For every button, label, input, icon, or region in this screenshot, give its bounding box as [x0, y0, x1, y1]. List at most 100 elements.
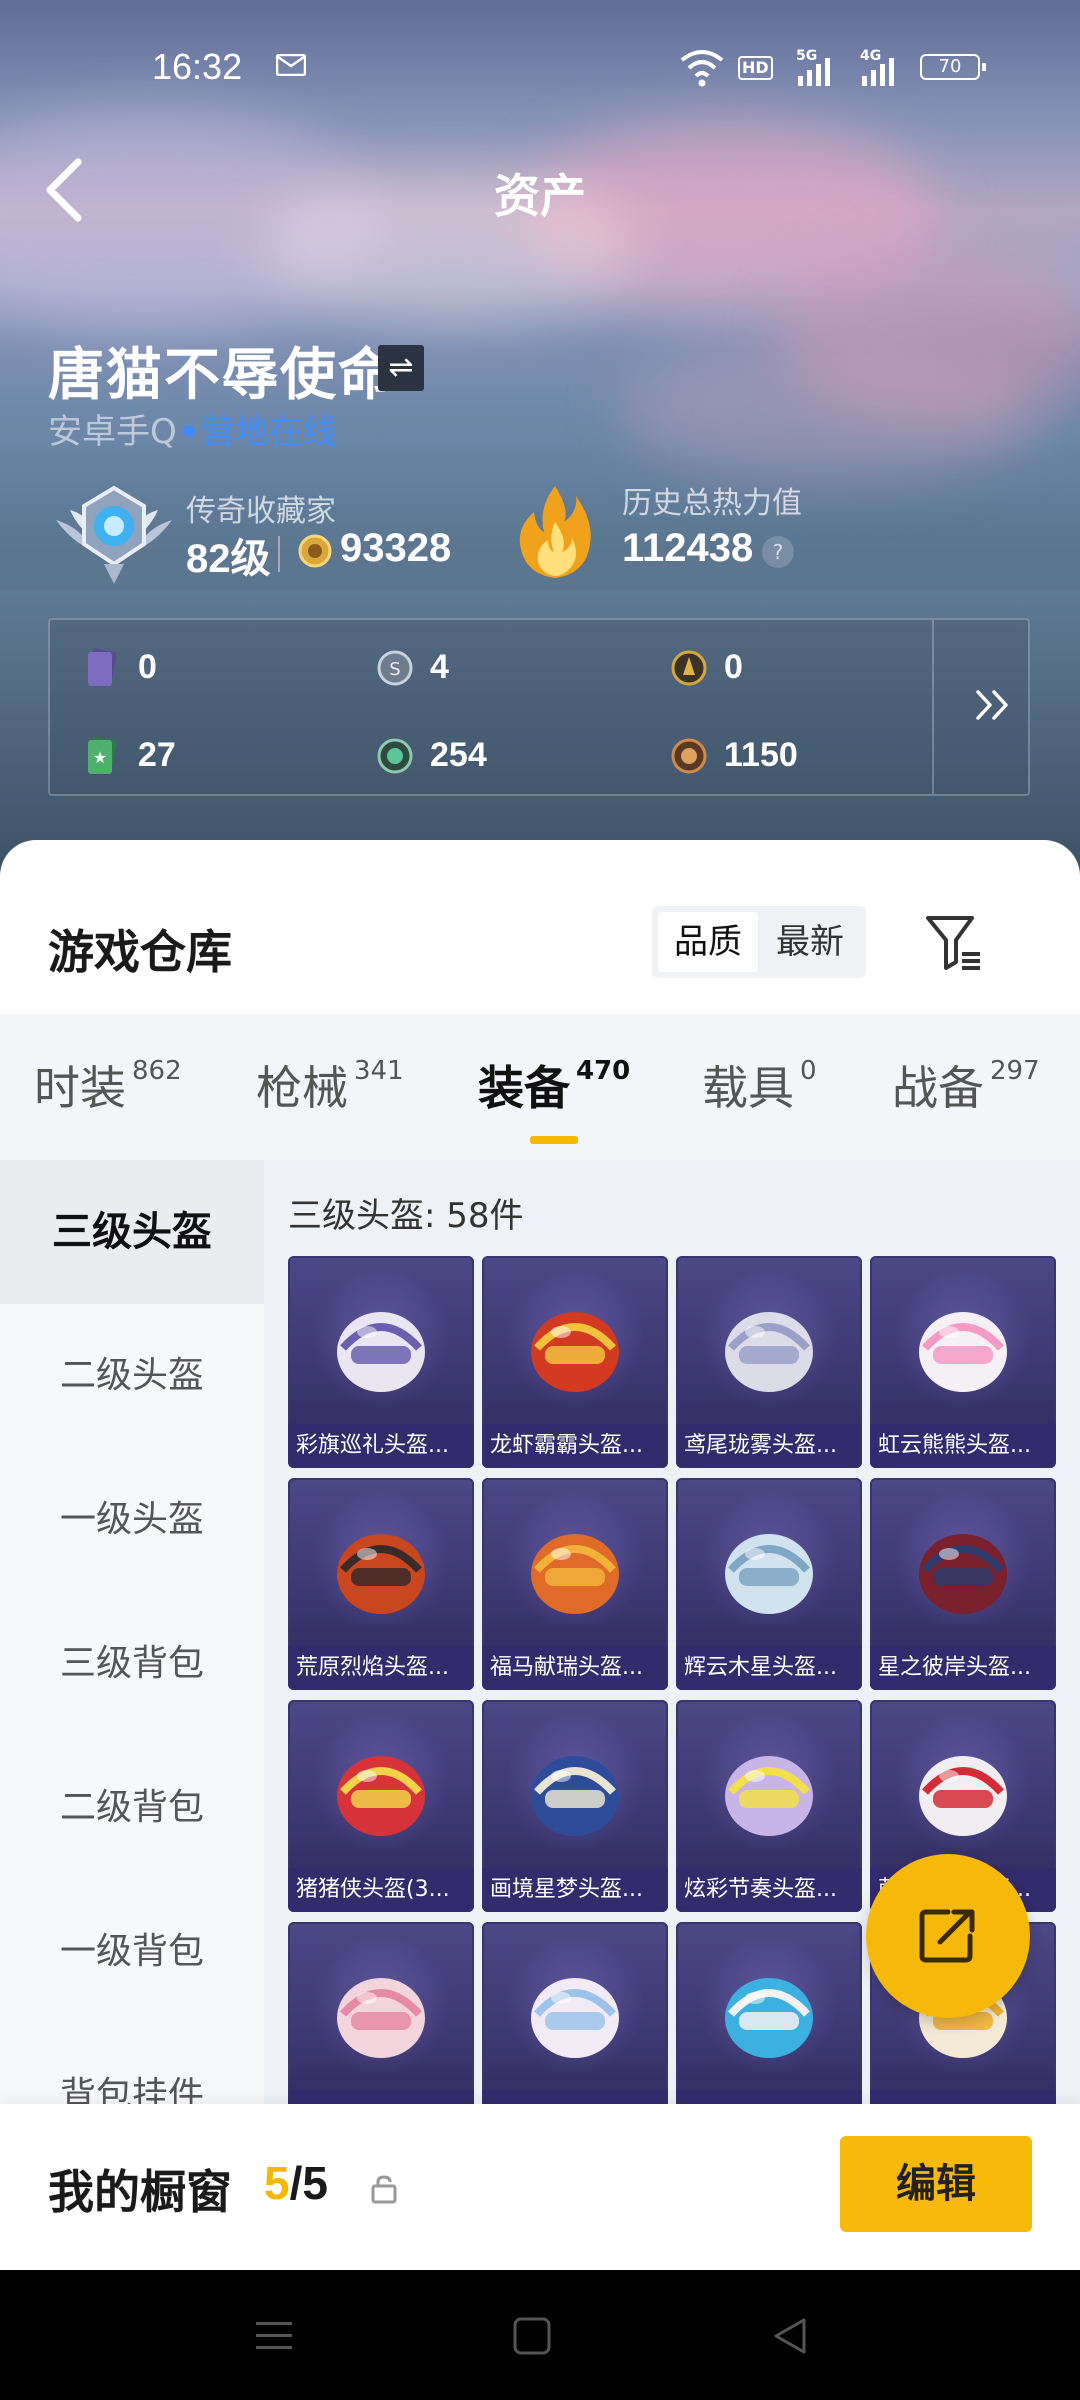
helmet-icon [725, 1312, 813, 1392]
lock-icon [371, 2175, 397, 2204]
tab-indicator [530, 1136, 578, 1144]
item-card[interactable]: 猪猪侠头盔(3... [288, 1700, 474, 1912]
online-status: 营地在线 [200, 412, 337, 452]
sidebar-item[interactable]: 二级头盔 [0, 1304, 264, 1448]
filter-icon[interactable] [924, 912, 984, 972]
purple-card-icon [87, 648, 117, 686]
sidebar-item[interactable]: 三级头盔 [0, 1160, 264, 1304]
item-card[interactable]: 辉云木星头盔... [676, 1478, 862, 1690]
currency-panel[interactable]: 0 S 4 0 ★ 27 254 1150 [48, 618, 1030, 796]
helmet-icon [919, 1756, 1007, 1836]
tab-fashion[interactable]: 时装 862 [34, 1052, 182, 1118]
item-card[interactable]: 星之彼岸头盔... [870, 1478, 1056, 1690]
helmet-icon [725, 1534, 813, 1614]
warehouse-sheet: 游戏仓库 品质 最新 时装 862 枪械 341 装备 470 载具 0 战备 297 三… [0, 840, 1080, 2270]
platform-label: 安卓手Q [48, 412, 177, 452]
sidebar-item[interactable]: 二级背包 [0, 1736, 264, 1880]
currency-value: 0 [724, 648, 743, 686]
page-title: 资产 [494, 169, 586, 223]
sort-latest-button[interactable]: 最新 [760, 912, 860, 972]
helmet-icon [337, 1756, 425, 1836]
item-card[interactable] [288, 1922, 474, 2134]
helmet-icon [919, 1534, 1007, 1614]
item-card[interactable]: 龙虾霸霸头盔... [482, 1256, 668, 1468]
sidebar-item[interactable]: 三级背包 [0, 1592, 264, 1736]
item-name: 画境星梦头盔... [482, 1868, 668, 1912]
item-name: 福马献瑞头盔... [482, 1646, 668, 1690]
item-card[interactable] [676, 1922, 862, 2134]
showcase-bar: 我的橱窗 5/5 编辑 [0, 2104, 1080, 2270]
item-name: 虹云熊熊头盔... [870, 1424, 1056, 1468]
item-card[interactable]: 福马献瑞头盔... [482, 1478, 668, 1690]
sort-toggle: 品质 最新 [652, 906, 866, 978]
item-name: 鸢尾珑雾头盔... [676, 1424, 862, 1468]
help-icon[interactable]: ? [762, 536, 794, 568]
tab-count: 341 [354, 1056, 404, 1086]
currency-value: 4 [430, 648, 449, 686]
tab-equipment[interactable]: 装备 470 [478, 1052, 630, 1118]
system-nav-bar [0, 2270, 1080, 2400]
helmet-icon [531, 1978, 619, 2058]
tab-label: 战备 [892, 1061, 984, 1115]
tab-label: 载具 [702, 1061, 794, 1115]
switch-account-icon[interactable]: ⇌ [378, 345, 424, 391]
username: 唐猫不辱使命 [48, 343, 396, 408]
item-name: 荒原烈焰头盔... [288, 1646, 474, 1690]
tab-count: 297 [990, 1056, 1040, 1086]
tab-guns[interactable]: 枪械 341 [256, 1052, 404, 1118]
item-name: 炫彩节奏头盔... [676, 1868, 862, 1912]
share-icon [919, 1909, 975, 1963]
item-card[interactable] [482, 1922, 668, 2134]
mail-icon [276, 54, 306, 76]
edit-button[interactable]: 编辑 [840, 2136, 1032, 2232]
sort-quality-button[interactable]: 品质 [658, 912, 758, 972]
divider [932, 620, 934, 794]
helmet-icon [337, 1312, 425, 1392]
sidebar-item[interactable]: 一级头盔 [0, 1448, 264, 1592]
showcase-title: 我的橱窗 [48, 2165, 232, 2219]
item-card[interactable]: 画境星梦头盔... [482, 1700, 668, 1912]
sidebar-item[interactable]: 一级背包 [0, 1880, 264, 2024]
helmet-icon [531, 1312, 619, 1392]
currency-value: 27 [138, 736, 176, 774]
hd-badge: HD [738, 56, 773, 80]
item-card[interactable]: 炫彩节奏头盔... [676, 1700, 862, 1912]
item-card[interactable]: 鸢尾珑雾头盔... [676, 1256, 862, 1468]
green-card-icon: ★ [87, 736, 117, 774]
tab-vehicles[interactable]: 载具 0 [702, 1052, 817, 1118]
heat-value: 112438 [622, 526, 754, 570]
showcase-current: 5 [264, 2157, 290, 2209]
share-button[interactable] [866, 1854, 1030, 2018]
item-name: 猪猪侠头盔(3... [288, 1868, 474, 1912]
tab-count: 862 [132, 1056, 182, 1086]
menu-icon[interactable] [254, 2316, 294, 2356]
home-icon[interactable] [512, 2316, 552, 2356]
item-card[interactable]: 虹云熊熊头盔... [870, 1256, 1056, 1468]
status-time: 16:32 [152, 46, 243, 87]
nav-back-icon[interactable] [770, 2316, 810, 2356]
tab-label: 枪械 [256, 1061, 348, 1115]
silver-coin-icon: S [377, 650, 413, 686]
helmet-icon [725, 1978, 813, 2058]
warehouse-title: 游戏仓库 [48, 925, 232, 979]
tab-label: 时装 [34, 1061, 126, 1115]
tab-label: 装备 [478, 1061, 570, 1115]
item-name: 星之彼岸头盔... [870, 1646, 1056, 1690]
helmet-icon [531, 1756, 619, 1836]
showcase-total: /5 [289, 2157, 328, 2209]
expand-icon[interactable] [968, 680, 1018, 730]
category-tabs: 时装 862 枪械 341 装备 470 载具 0 战备 297 [0, 1014, 1080, 1160]
currency-value: 254 [430, 736, 487, 774]
tab-gear[interactable]: 战备 297 [892, 1052, 1040, 1118]
item-name: 龙虾霸霸头盔... [482, 1424, 668, 1468]
svg-text:★: ★ [93, 748, 107, 767]
gold-coin-icon [671, 650, 707, 686]
item-card[interactable]: 彩旗巡礼头盔... [288, 1256, 474, 1468]
item-card[interactable]: 荒原烈焰头盔... [288, 1478, 474, 1690]
currency-value: 0 [138, 648, 157, 686]
item-name: 辉云木星头盔... [676, 1646, 862, 1690]
divider [278, 536, 280, 572]
signal-5g-icon [798, 58, 830, 86]
tab-count: 0 [800, 1056, 817, 1086]
tab-count: 470 [576, 1056, 631, 1086]
